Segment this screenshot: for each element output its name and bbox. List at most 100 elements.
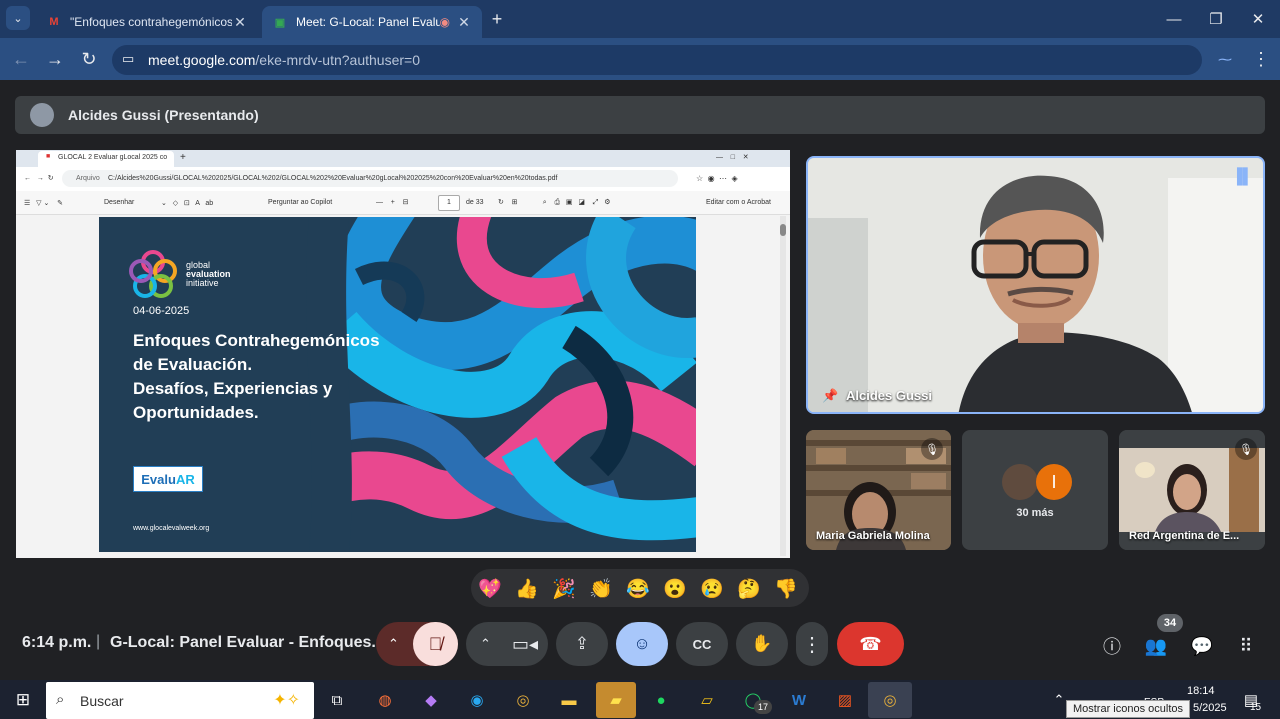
leave-call-button[interactable]: ☎ (837, 622, 904, 666)
participant-tile[interactable]: 🎙 Maria Gabriela Molina (806, 430, 951, 550)
apps-grid-icon: ⠿ (1239, 635, 1253, 656)
reaction-thinking-button[interactable]: 🤔 (735, 577, 763, 601)
address-bar[interactable]: ▭ meet.google.com/eke-mrdv-utn?authuser=… (112, 45, 1202, 75)
video-options-button[interactable]: ⌃ (480, 636, 491, 652)
scrollbar (780, 216, 786, 556)
file-explorer-icon[interactable]: ▬ (554, 686, 584, 714)
reaction-laugh-button[interactable]: 😂 (624, 577, 652, 601)
reaction-thumbs-up-button[interactable]: 👍 (513, 577, 541, 601)
spotify-icon[interactable]: ● (646, 686, 676, 714)
pdf-tools-icons-2: ⌄ ◇ ⊡ A ab (161, 200, 214, 207)
audio-options-button[interactable]: ⌃ (388, 636, 399, 652)
people-count-badge: 34 (1157, 614, 1183, 632)
tab-title: "Enfoques contrahegemónicos (70, 15, 232, 29)
avatar: I (1036, 464, 1072, 500)
sparkle-icon: ✦✧ (273, 692, 300, 709)
new-tab-button[interactable]: + (484, 6, 510, 32)
site-info-icon[interactable]: ▭ (122, 51, 134, 67)
edge-icon[interactable]: ◉ (462, 686, 492, 714)
reaction-surprised-button[interactable]: 😮 (661, 577, 689, 601)
reaction-clap-button[interactable]: 👏 (587, 577, 615, 601)
url-host: meet.google.com (148, 52, 256, 68)
more-participants-label: 30 más (1016, 507, 1054, 519)
people-button[interactable]: 👥 (1142, 632, 1170, 660)
more-options-button[interactable]: ⋮ (796, 622, 828, 666)
chat-button[interactable]: 💬 (1188, 632, 1216, 660)
present-screen-icon: ⇪ (574, 634, 590, 653)
close-tab-icon[interactable]: ✕ (232, 14, 248, 31)
acrobat-label: Editar com o Acrobat (706, 199, 771, 206)
more-vert-icon: ⋮ (802, 633, 822, 656)
menu-icon[interactable]: ⋮ (1248, 46, 1274, 72)
copilot-icon[interactable]: ◆ (416, 686, 446, 714)
more-participants-tile[interactable]: I 30 más (962, 430, 1108, 550)
logo-text-a: Evalu (141, 471, 176, 487)
minimize-button[interactable]: — (1152, 0, 1196, 38)
clock-time[interactable]: 18:14 (1187, 685, 1215, 697)
avatar (30, 103, 54, 127)
page-count: de 33 (466, 199, 484, 206)
chrome-active-icon[interactable]: ◎ (868, 682, 912, 718)
evaluar-logo: Evalu AR (133, 466, 203, 492)
reaction-thumbs-down-button[interactable]: 👎 (772, 577, 800, 601)
reaction-party-button[interactable]: 🎉 (550, 577, 578, 601)
reload-button[interactable]: ↻ (76, 46, 102, 72)
mic-toggle-button[interactable]: 🎙̸ (413, 622, 458, 666)
slide-title-1: Enfoques Contrahegemónicos (133, 331, 380, 350)
presenter-banner-text: Alcides Gussi (Presentando) (68, 107, 259, 123)
tab-gmail[interactable]: M "Enfoques contrahegemónicos ✕ (36, 6, 258, 38)
clock-date[interactable]: 5/2025 (1193, 702, 1227, 714)
people-icon: 👥 (1144, 635, 1168, 656)
info-icon: ⓘ (1103, 637, 1121, 657)
pin-icon[interactable]: 📌 (822, 388, 838, 404)
tab-meet[interactable]: ▣ Meet: G-Local: Panel Evaluar ◉ ✕ (262, 6, 482, 38)
reactions-bar: 💖 👍 🎉 👏 😂 😮 😢 🤔 👎 (471, 569, 809, 607)
main-speaker-tile[interactable]: ▐▌ 📌 Alcides Gussi (806, 156, 1265, 414)
sticky-notes-icon[interactable]: ▰ (596, 682, 636, 718)
slide-title-3: Desafíos, Experiencias y (133, 379, 333, 398)
close-window-button[interactable]: ✕ (1236, 0, 1280, 38)
back-button[interactable]: ← (8, 46, 34, 72)
forward-button[interactable]: → (42, 46, 68, 72)
close-tab-icon[interactable]: ✕ (456, 14, 472, 31)
app-icon[interactable]: ▨ (830, 686, 860, 714)
participant-tile[interactable]: 🎙 Red Argentina de E... (1119, 430, 1265, 550)
hang-up-icon: ☎ (859, 633, 882, 654)
notes-icon[interactable]: ▱ (692, 686, 722, 714)
tab-search-button[interactable]: ⌄ (6, 6, 30, 30)
raise-hand-button[interactable]: ✋ (736, 622, 788, 666)
captions-icon: CC (692, 636, 712, 652)
back-icon: ← → ↻ (24, 175, 54, 182)
windows-start-icon[interactable]: ⊞ (8, 686, 38, 714)
meeting-info-button[interactable]: ⓘ (1098, 632, 1126, 660)
profile-icon[interactable]: ⁓ (1212, 46, 1238, 72)
recording-icon: ◉ (439, 15, 450, 29)
reaction-sad-button[interactable]: 😢 (698, 577, 726, 601)
word-icon[interactable]: W (784, 686, 814, 714)
pdf-tools-icons: ☰ ▽ ⌄ ✎ (24, 200, 63, 207)
page-input: 1 (447, 199, 451, 206)
task-view-icon[interactable]: ⧉ (322, 686, 352, 714)
captions-button[interactable]: CC (676, 622, 728, 666)
participant-name: Maria Gabriela Molina (816, 530, 930, 542)
present-button[interactable]: ⇪ (556, 622, 608, 666)
activities-button[interactable]: ⠿ (1232, 632, 1260, 660)
emoji-button[interactable]: ☺ (616, 622, 668, 666)
meeting-time: 6:14 p.m. (22, 634, 92, 651)
reaction-heart-button[interactable]: 💖 (476, 577, 504, 601)
shared-screen: GLOCAL 2 Evaluar gLocal 2025 co ■ + — □ … (16, 150, 790, 558)
slide-url: www.glocalevalweek.org (133, 525, 210, 532)
maximize-button[interactable]: ❐ (1194, 0, 1238, 38)
mic-off-icon: 🎙 (1235, 438, 1257, 460)
chrome-icon[interactable]: ◎ (508, 686, 538, 714)
copilot-label: Perguntar ao Copilot (268, 199, 333, 206)
slide-title-4: Oportunidades. (133, 403, 259, 422)
logo-text-b: AR (175, 471, 195, 487)
browser-actions: ☆ ◉ ⋯ ◈ (696, 174, 738, 183)
camera-icon[interactable]: ▭◂ (512, 634, 538, 655)
emoji-icon: ☺ (633, 634, 651, 653)
zoom-controls: — + ⊟ (376, 199, 409, 206)
firefox-icon[interactable]: ◍ (370, 686, 400, 714)
taskbar-search[interactable]: ⌕ Buscar ✦✧ (46, 682, 314, 719)
draw-label: Desenhar (104, 199, 135, 206)
